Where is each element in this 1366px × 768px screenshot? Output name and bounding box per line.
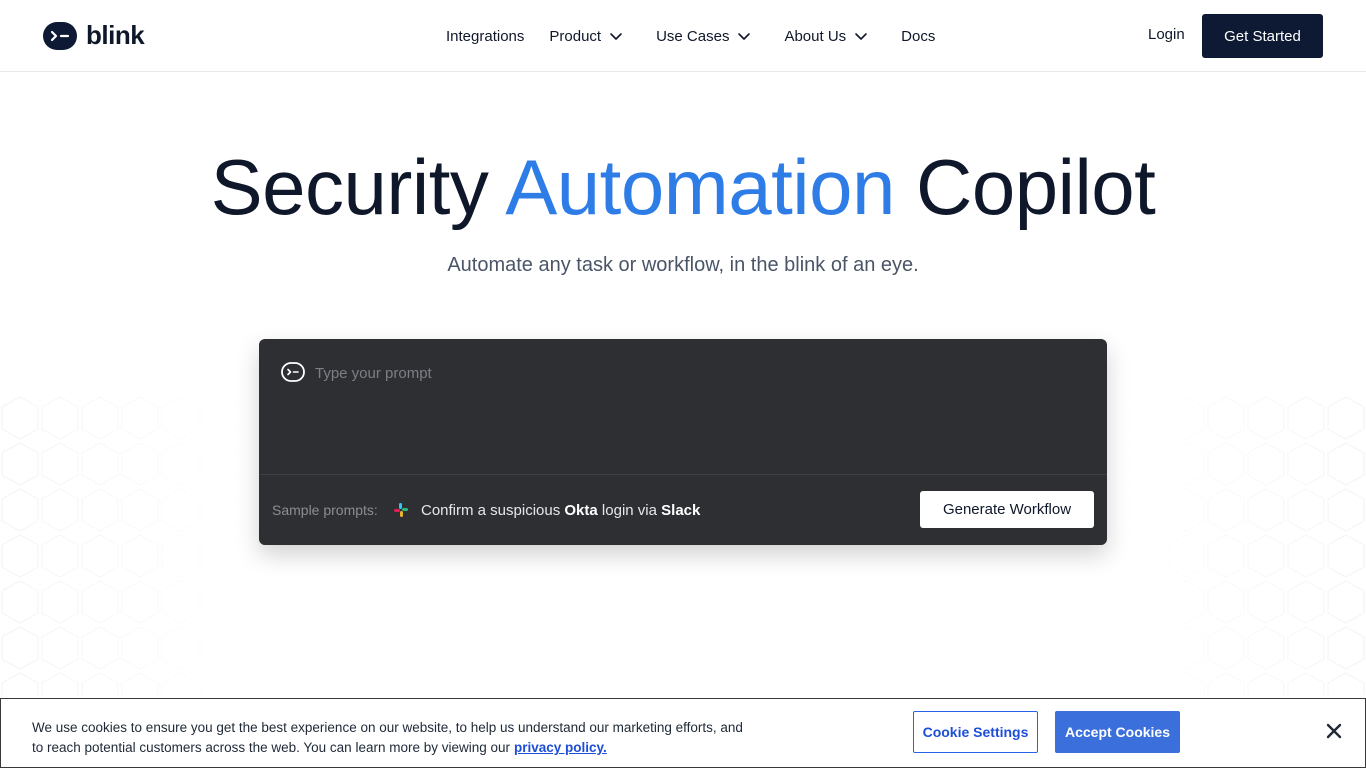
prompt-card: Sample prompts: Confirm a suspicious Okt… (259, 339, 1107, 545)
nav-item-integrations[interactable]: Integrations (446, 24, 524, 48)
prompt-divider (259, 474, 1107, 475)
hero-subtitle: Automate any task or workflow, in the bl… (447, 254, 919, 276)
get-started-button[interactable]: Get Started (1202, 14, 1323, 58)
nav-label: Product (549, 27, 602, 45)
sample-prompt-prefix: Confirm a suspicious (421, 502, 561, 519)
login-link[interactable]: Login (1148, 26, 1185, 43)
prompt-input[interactable] (315, 361, 1075, 385)
hero-title: Security Automation Copilot (0, 142, 1366, 233)
hero-title-part2: Copilot (916, 143, 1156, 231)
close-icon[interactable] (1323, 720, 1345, 742)
cookie-banner: We use cookies to ensure you get the bes… (0, 698, 1366, 768)
cookie-text: We use cookies to ensure you get the bes… (32, 718, 752, 758)
logo[interactable]: blink (42, 20, 145, 51)
chevron-down-icon (738, 33, 751, 40)
main-nav: Integrations Product Use Cases About Us … (446, 24, 935, 48)
hero-title-part1: Security (210, 143, 489, 231)
cookie-message: We use cookies to ensure you get the bes… (32, 720, 743, 755)
privacy-policy-link[interactable]: privacy policy. (514, 740, 607, 755)
sample-prompt-app1: Okta (564, 502, 598, 519)
sample-prompt-middle: login via (601, 502, 657, 519)
hex-pattern-left (0, 395, 240, 695)
logo-text: blink (86, 20, 145, 50)
nav-label: Integrations (446, 27, 525, 45)
nav-label: About Us (784, 27, 847, 45)
bot-icon (281, 362, 305, 382)
nav-item-docs[interactable]: Docs (901, 24, 935, 48)
nav-item-use-cases[interactable]: Use Cases (656, 24, 751, 48)
generate-workflow-button[interactable]: Generate Workflow (920, 491, 1094, 528)
nav-item-product[interactable]: Product (549, 24, 623, 48)
hex-pattern-right (1126, 395, 1366, 695)
nav-item-about-us[interactable]: About Us (784, 24, 868, 48)
chevron-down-icon (855, 33, 867, 40)
nav-label: Use Cases (656, 27, 730, 45)
nav-label: Docs (901, 27, 936, 45)
sample-prompt[interactable]: Confirm a suspicious Okta login via Slac… (421, 502, 700, 519)
blink-logo-icon (43, 21, 77, 50)
sample-prompts-label: Sample prompts: (272, 502, 378, 518)
chevron-down-icon (610, 33, 622, 40)
site-header: blink Integrations Product Use Cases Abo… (0, 0, 1366, 72)
cookie-settings-button[interactable]: Cookie Settings (913, 711, 1038, 753)
sample-prompt-app2: Slack (661, 502, 701, 519)
accept-cookies-button[interactable]: Accept Cookies (1055, 711, 1180, 753)
slack-icon (394, 503, 408, 517)
hero-title-accent: Automation (505, 143, 895, 231)
